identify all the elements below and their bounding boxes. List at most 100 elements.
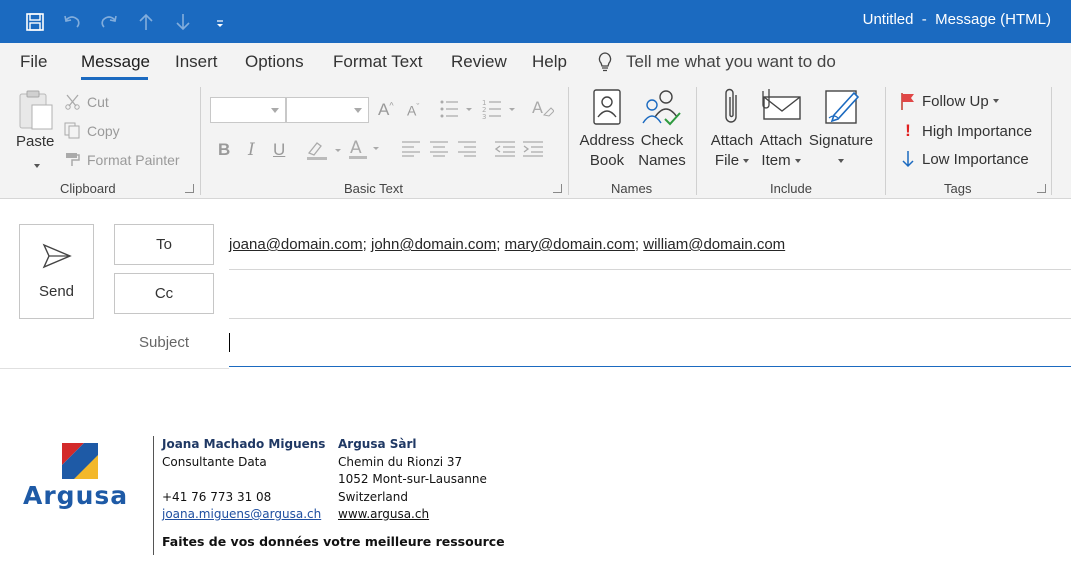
to-button[interactable]: To [114, 224, 214, 265]
increase-indent-icon[interactable] [523, 141, 543, 162]
format-painter-button[interactable]: Format Painter [64, 151, 180, 168]
tab-format-text[interactable]: Format Text [333, 52, 422, 72]
font-color-icon[interactable]: A [348, 137, 384, 166]
tab-options[interactable]: Options [245, 52, 304, 72]
tab-review[interactable]: Review [451, 52, 507, 72]
cc-button[interactable]: Cc [114, 273, 214, 314]
send-button[interactable]: Send [19, 224, 94, 319]
attach-file-label-line2: File [714, 152, 740, 169]
basic-text-dialog-launcher[interactable] [553, 184, 562, 193]
send-label: Send [38, 283, 75, 300]
tab-insert[interactable]: Insert [175, 52, 218, 72]
decrease-indent-icon[interactable] [494, 141, 515, 162]
signature-website-link[interactable]: www.argusa.ch [338, 507, 429, 521]
signature-button[interactable]: Signature [808, 131, 874, 171]
check-names-label[interactable]: Check Names [637, 131, 687, 171]
attach-file-button[interactable]: Attach File [709, 131, 755, 171]
underline-button[interactable]: U [273, 140, 285, 160]
align-right-icon[interactable] [458, 141, 476, 162]
signature-city: 1052 Mont-sur-Lausanne [338, 472, 487, 486]
argusa-logo-text: Argusa [23, 481, 129, 510]
group-separator [885, 87, 886, 195]
attach-item-label-line1: Attach [759, 132, 803, 149]
low-importance-icon [902, 151, 914, 168]
flag-icon [901, 93, 914, 110]
clipboard-group-label: Clipboard [60, 181, 116, 196]
font-size-select[interactable] [286, 97, 369, 123]
svg-text:A: A [350, 138, 362, 158]
lightbulb-icon [598, 52, 612, 72]
clipboard-dialog-launcher[interactable] [185, 184, 194, 193]
active-tab-indicator [81, 77, 148, 80]
subject-input[interactable] [229, 326, 1071, 367]
redo-icon[interactable] [97, 10, 121, 34]
align-center-icon[interactable] [430, 141, 448, 162]
save-icon[interactable] [23, 10, 47, 34]
up-arrow-icon[interactable] [134, 10, 158, 34]
undo-icon[interactable] [60, 10, 84, 34]
signature-phone: +41 76 773 31 08 [162, 489, 272, 504]
check-names-icon[interactable] [641, 89, 681, 132]
signature-email-link[interactable]: joana.miguens@argusa.ch [162, 507, 321, 521]
attach-item-icon[interactable] [760, 87, 802, 126]
align-left-icon[interactable] [402, 141, 420, 162]
bold-button[interactable]: B [218, 140, 230, 160]
signature-role: Consultante Data [162, 454, 267, 469]
tab-message[interactable]: Message [81, 52, 150, 72]
signature-country: Switzerland [338, 489, 408, 504]
italic-button[interactable]: I [248, 140, 255, 160]
tell-me-search[interactable]: Tell me what you want to do [596, 51, 836, 73]
basic-text-group-label: Basic Text [344, 181, 404, 196]
signature-icon[interactable] [824, 87, 860, 130]
window-title: Untitled - Message (HTML) [862, 11, 1051, 28]
address-book-label[interactable]: Address Book [578, 131, 636, 171]
cc-field[interactable] [229, 318, 1071, 319]
high-importance-button[interactable]: ! High Importance [900, 121, 1032, 141]
signature-company: Argusa Sàrl Chemin du Rionzi 37 1052 Mon… [338, 436, 487, 524]
font-family-select[interactable] [210, 97, 286, 123]
paperclip-icon[interactable] [722, 87, 742, 132]
low-importance-button[interactable]: Low Importance [900, 150, 1029, 168]
recipient[interactable]: mary@domain.com [505, 236, 635, 253]
attach-file-label-line1: Attach [710, 132, 754, 149]
grow-font-icon[interactable]: A^ [378, 100, 394, 120]
clear-formatting-icon[interactable]: A [532, 97, 555, 124]
signature-street: Chemin du Rionzi 37 [338, 454, 463, 469]
header-divider [0, 368, 229, 369]
paste-icon[interactable] [18, 89, 54, 136]
signature-name: Joana Machado Miguens [162, 437, 326, 451]
tags-dialog-launcher[interactable] [1037, 184, 1046, 193]
signature-company-name: Argusa Sàrl [338, 437, 417, 451]
follow-up-button[interactable]: Follow Up [900, 92, 999, 110]
copy-button[interactable]: Copy [64, 122, 120, 139]
to-field-underline [229, 269, 1071, 270]
recipient[interactable]: william@domain.com [643, 236, 785, 253]
down-arrow-icon[interactable] [171, 10, 195, 34]
title-bar: Untitled - Message (HTML) [0, 0, 1071, 43]
recipient[interactable]: john@domain.com [371, 236, 496, 253]
ribbon: Paste Cut Copy Format Painter Clipboard … [0, 81, 1071, 199]
tab-file[interactable]: File [20, 52, 47, 72]
ribbon-tabs: File Message Insert Options Format Text … [0, 43, 1071, 81]
address-book-icon[interactable] [593, 89, 621, 130]
customize-toolbar-icon[interactable] [208, 10, 232, 34]
cut-button[interactable]: Cut [64, 93, 109, 110]
names-group-label: Names [611, 181, 653, 196]
high-importance-icon: ! [905, 121, 911, 140]
group-separator [696, 87, 697, 195]
bullets-icon[interactable] [440, 99, 472, 124]
follow-up-label: Follow Up [922, 92, 989, 110]
tab-help[interactable]: Help [532, 52, 567, 72]
to-field[interactable]: joana@domain.com; john@domain.com; mary@… [229, 236, 785, 253]
paste-label[interactable]: Paste [16, 132, 54, 152]
send-icon [42, 243, 72, 269]
paste-dropdown[interactable] [30, 157, 40, 175]
recipient[interactable]: joana@domain.com [229, 236, 363, 253]
attach-item-button[interactable]: Attach Item [758, 131, 804, 171]
numbering-icon[interactable]: 123 [482, 99, 516, 124]
highlight-icon[interactable] [306, 139, 342, 166]
shrink-font-icon[interactable]: Aˇ [407, 102, 419, 119]
svg-text:3: 3 [482, 113, 486, 119]
argusa-logo-mark [60, 441, 100, 486]
high-importance-label: High Importance [922, 122, 1033, 140]
